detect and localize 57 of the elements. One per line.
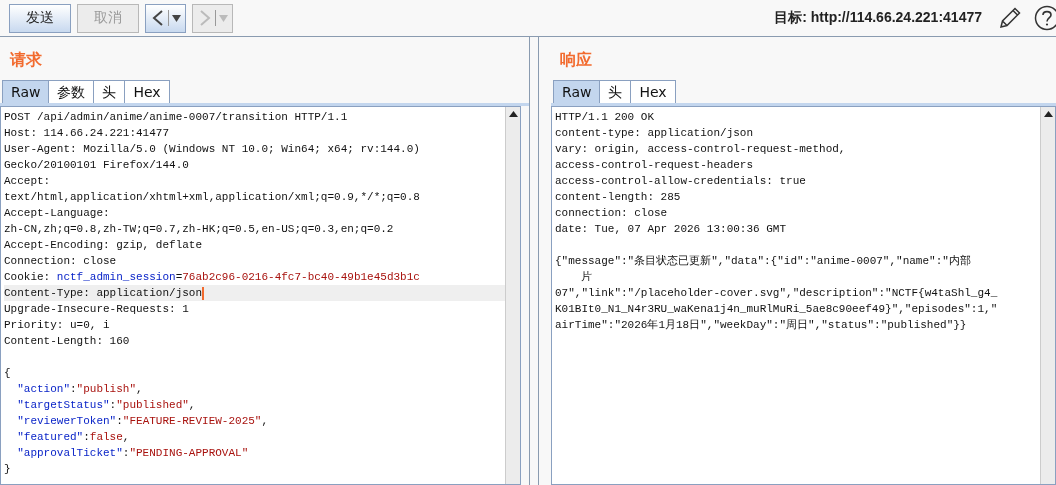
code-line: {"message":"条目状态已更新","data":{"id":"anime-0007","name":"内部 [555, 254, 972, 269]
code-line: Content-Length: 160 [4, 334, 131, 349]
code-line: "approvalTicket":"PENDING-APPROVAL" [16, 446, 250, 461]
code-line: zh-CN,zh;q=0.8,zh-TW;q=0.7,zh-HK;q=0.5,en-US;q=0.3,en;q=0.2 [4, 222, 395, 237]
caret-icon [218, 14, 228, 22]
code-line: Upgrade-Insecure-Requests: 1 [4, 302, 190, 317]
send-button[interactable]: 发送 [9, 3, 71, 33]
tab[interactable]: Raw [553, 80, 601, 103]
code-line: Gecko/20100101 Firefox/144.0 [4, 158, 190, 173]
code-line: Connection: close [4, 254, 118, 269]
code-line: connection: close [555, 206, 669, 221]
target-label: 目标: http://114.66.24.221:41477 [774, 9, 982, 27]
code-line: content-type: application/json [555, 126, 755, 141]
help-icon[interactable] [1034, 5, 1056, 31]
code-line: Accept: [4, 174, 52, 189]
code-line: { [4, 366, 12, 381]
request-editor[interactable] [0, 106, 521, 485]
code-line: text/html,application/xhtml+xml,application/xml;q=0.9,*/*;q=0.8 [4, 190, 421, 205]
code-line: User-Agent: Mozilla/5.0 (Windows NT 10.0; Win64; x64; rv:144.0) [4, 142, 421, 157]
pencil-icon[interactable] [998, 6, 1022, 30]
tab[interactable]: Hex [124, 80, 170, 103]
code-line: } [4, 462, 12, 477]
code-line: "featured":false, [16, 430, 131, 445]
scrollbar[interactable] [505, 107, 520, 484]
scroll-up-icon[interactable] [1043, 111, 1053, 117]
back-button[interactable] [145, 3, 186, 33]
code-line: "targetStatus":"published", [16, 398, 197, 413]
code-line: vary: origin, access-control-request-method, [555, 142, 847, 157]
code-line: "reviewerToken":"FEATURE-REVIEW-2025", [16, 414, 270, 429]
tab[interactable]: 头 [93, 80, 126, 103]
scrollbar[interactable] [1040, 107, 1055, 484]
code-line: Accept-Language: [4, 206, 111, 221]
scroll-up-icon[interactable] [508, 111, 518, 117]
code-line: date: Tue, 07 Apr 2026 13:00:36 GMT [555, 222, 788, 237]
code-line: content-length: 285 [555, 190, 682, 205]
panel-title: 请求 [8, 49, 43, 67]
code-line: POST /api/admin/anime/anime-0007/transition HTTP/1.1 [4, 110, 349, 125]
response-viewer[interactable] [551, 106, 1056, 485]
panel-title: 响应 [559, 49, 593, 67]
chevron-left-icon [150, 9, 165, 27]
tab[interactable]: 参数 [48, 80, 95, 103]
code-line: Priority: u=0, i [4, 318, 111, 333]
code-line: 07","link":"/placeholder-cover.svg","description":"NCTF{w4taShl_g4_ [555, 286, 999, 301]
tab[interactable]: Raw [2, 80, 50, 103]
code-line: K01BIt0_N1_N4r3RU_waKena1j4n_muRlMuRi_5ae8c90eef49}","episodes":1," [555, 302, 999, 317]
code-line: HTTP/1.1 200 OK [555, 110, 656, 125]
code-line: access-control-request-headers [555, 158, 755, 173]
code-line: "action":"publish", [16, 382, 144, 397]
code-line: 片 [580, 270, 594, 285]
code-line: airTime":"2026年1月18日","weekDay":"周日","status":"published"}} [555, 318, 968, 333]
code-line: Host: 114.66.24.221:41477 [4, 126, 171, 141]
tab[interactable]: Hex [630, 80, 676, 103]
tab[interactable]: 头 [599, 80, 632, 103]
code-line: Accept-Encoding: gzip, deflate [4, 238, 204, 253]
code-line: Cookie: nctf_admin_session=76ab2c96-0216-4fc7-bc40-49b1e45d3b1c [4, 270, 421, 285]
code-line: access-control-allow-credentials: true [555, 174, 807, 189]
caret-icon [171, 14, 181, 22]
